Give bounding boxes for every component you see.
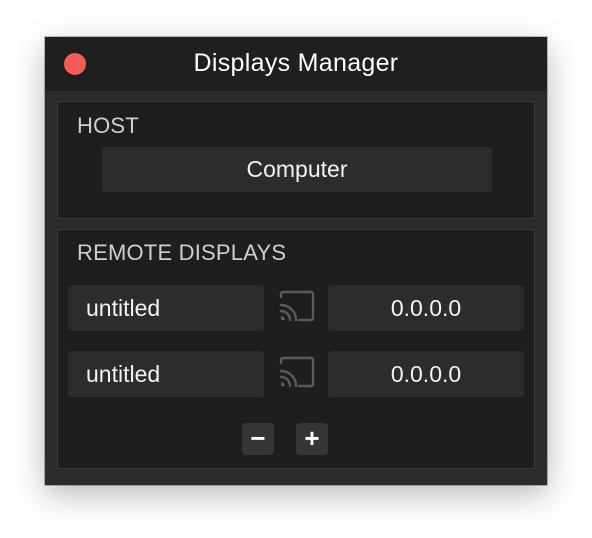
host-section-label: HOST: [77, 113, 139, 138]
cast-icon[interactable]: [277, 290, 317, 326]
add-display-button[interactable]: +: [296, 423, 328, 455]
cast-icon[interactable]: [277, 356, 317, 392]
remove-display-button[interactable]: −: [242, 423, 274, 455]
host-panel: HOST Computer: [57, 101, 535, 219]
displays-manager-window: Displays Manager HOST Computer REMOTE DI…: [45, 37, 547, 485]
close-icon[interactable]: [64, 53, 86, 75]
remote-section-label: REMOTE DISPLAYS: [77, 240, 287, 265]
host-select-button[interactable]: Computer: [102, 147, 492, 192]
display-ip-field[interactable]: 0.0.0.0: [328, 351, 524, 397]
window-title: Displays Manager: [193, 49, 399, 77]
display-name-field[interactable]: untitled: [68, 351, 264, 397]
remote-displays-panel: REMOTE DISPLAYS untitled 0.0.0.0 untitle…: [57, 229, 535, 469]
display-name-field[interactable]: untitled: [68, 285, 264, 331]
display-ip-field[interactable]: 0.0.0.0: [328, 285, 524, 331]
title-bar[interactable]: Displays Manager: [45, 37, 547, 91]
